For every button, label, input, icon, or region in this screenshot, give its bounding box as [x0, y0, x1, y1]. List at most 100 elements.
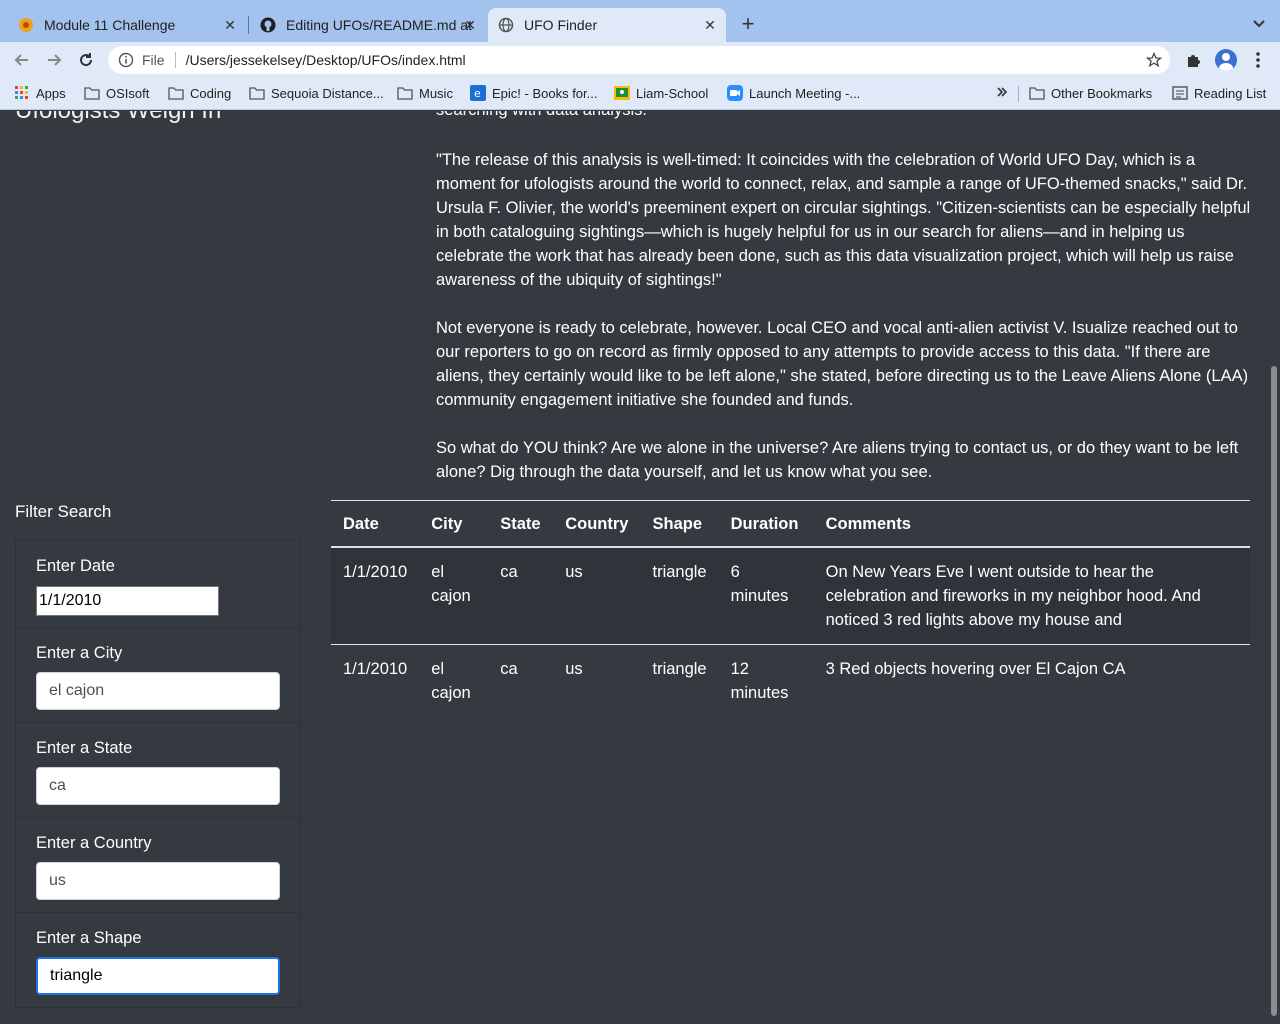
bookmark-music[interactable]: Music	[397, 85, 453, 101]
column-header-date: Date	[331, 500, 420, 548]
bookmark-label: Launch Meeting -...	[749, 85, 861, 101]
info-icon[interactable]	[118, 52, 134, 68]
close-icon[interactable]: ✕	[462, 17, 478, 33]
scheme-label: File	[142, 52, 165, 68]
divider	[174, 52, 176, 68]
table-row: 1/1/2010 el cajon ca us triangle 6 minut…	[331, 547, 1250, 645]
close-icon[interactable]: ✕	[222, 17, 238, 33]
tab-separator	[248, 16, 249, 34]
cell-country: us	[565, 660, 583, 678]
cell-comments: On New Years Eve I went outside to hear …	[813, 547, 1250, 645]
reload-button[interactable]	[74, 48, 98, 72]
filter-state: Enter a State	[16, 723, 300, 818]
ufo-table: Date City State Country Shape Duration C…	[331, 500, 1250, 717]
star-icon[interactable]	[1145, 51, 1163, 68]
tab-title: Editing UFOs/README.md at m	[286, 17, 476, 33]
bookmark-apps[interactable]: Apps	[14, 85, 66, 101]
reading-list-icon	[1172, 85, 1188, 101]
filter-label: Enter a State	[36, 739, 133, 757]
shape-input[interactable]	[36, 957, 280, 995]
article-body: searching with data analysis. "The relea…	[436, 111, 1256, 508]
chevron-down-icon[interactable]	[1250, 14, 1268, 32]
filter-label: Enter a Country	[36, 834, 152, 852]
column-header-state: State	[488, 500, 554, 548]
tab-ufo-finder[interactable]: UFO Finder ✕	[488, 8, 726, 42]
github-icon	[260, 17, 276, 33]
browser-toolbar: File /Users/jessekelsey/Desktop/UFOs/ind…	[0, 42, 1280, 78]
bookmark-reading-list[interactable]: Reading List	[1172, 85, 1266, 101]
article-paragraph: "The release of this analysis is well-ti…	[436, 151, 1251, 289]
canvas-icon	[18, 17, 34, 33]
date-input[interactable]	[36, 586, 219, 616]
tab-editing-readme[interactable]: Editing UFOs/README.md at m ✕	[250, 8, 486, 42]
cell-state: ca	[500, 660, 518, 678]
cell-state: ca	[488, 547, 554, 645]
forward-button[interactable]	[42, 48, 66, 72]
scrollbar-thumb[interactable]	[1271, 366, 1277, 1016]
folder-icon	[168, 85, 184, 101]
url-text[interactable]: /Users/jessekelsey/Desktop/UFOs/index.ht…	[186, 52, 466, 68]
bookmark-label: Music	[419, 85, 453, 101]
arrow-left-icon	[14, 54, 28, 66]
cell-date: 1/1/2010	[343, 660, 408, 678]
bookmark-label: OSIsoft	[106, 85, 150, 101]
filter-search-title: Filter Search	[15, 502, 112, 521]
bookmark-launch-meeting[interactable]: Launch Meeting -...	[727, 85, 860, 101]
filter-date: Enter Date	[16, 541, 300, 628]
bookmark-label: Coding	[190, 85, 232, 101]
bookmarks-bar: Apps OSIsoft Coding Sequoia Distance... …	[0, 78, 1280, 110]
svg-text:e: e	[474, 87, 481, 100]
divider	[1018, 86, 1019, 102]
cell-duration: 12 minutes	[730, 660, 789, 702]
bookmark-osisoft[interactable]: OSIsoft	[84, 85, 149, 101]
chevron-double-right-icon[interactable]	[996, 85, 1008, 99]
cell-comments: 3 Red objects hovering over El Cajon CA	[825, 660, 1126, 678]
bookmark-label: Apps	[36, 85, 66, 101]
page-scrollbar[interactable]	[1268, 111, 1280, 1024]
filter-panel: Enter Date Enter a City Enter a State En…	[15, 540, 301, 1008]
folder-icon	[84, 85, 100, 101]
bookmark-label: Liam-School	[636, 85, 709, 101]
reload-icon	[80, 53, 93, 67]
filter-shape: Enter a Shape	[16, 913, 300, 1008]
bookmark-other-bookmarks[interactable]: Other Bookmarks	[1029, 85, 1152, 101]
cell-duration: 6 minutes	[718, 547, 814, 645]
bookmark-epic[interactable]: e Epic! - Books for...	[470, 85, 598, 101]
city-input[interactable]	[36, 672, 280, 710]
section-heading: Ufologists Weigh In	[15, 111, 221, 125]
cell-shape: triangle	[652, 660, 707, 678]
cell-date: 1/1/2010	[331, 547, 420, 645]
ufo-table-container: Date City State Country Shape Duration C…	[331, 500, 1250, 717]
cell-country: us	[553, 547, 641, 645]
bookmark-label: Sequoia Distance...	[271, 85, 384, 101]
bookmark-liam-school[interactable]: Liam-School	[614, 85, 708, 101]
more-menu-icon[interactable]	[1252, 50, 1264, 70]
folder-icon	[249, 85, 265, 101]
back-button[interactable]	[10, 48, 34, 72]
epic-icon: e	[470, 85, 486, 101]
filter-label: Enter a Shape	[36, 929, 142, 947]
country-input[interactable]	[36, 862, 280, 900]
puzzle-icon[interactable]	[1184, 50, 1204, 70]
close-icon[interactable]: ✕	[702, 17, 718, 33]
folder-icon	[1029, 85, 1045, 101]
bookmark-sequoia[interactable]: Sequoia Distance...	[249, 85, 384, 101]
zoom-icon	[727, 85, 743, 101]
bookmark-coding[interactable]: Coding	[168, 85, 231, 101]
apps-grid-icon	[14, 85, 30, 101]
bookmark-label: Other Bookmarks	[1051, 85, 1153, 101]
address-bar[interactable]: File /Users/jessekelsey/Desktop/UFOs/ind…	[108, 46, 1170, 74]
state-input[interactable]	[36, 767, 280, 805]
table-row: 1/1/2010 el cajon ca us triangle 12 minu…	[331, 645, 1250, 718]
column-header-comments: Comments	[813, 500, 1250, 548]
cell-city: el cajon	[419, 547, 489, 645]
avatar[interactable]	[1215, 49, 1237, 71]
article-paragraph: Not everyone is ready to celebrate, howe…	[436, 319, 1249, 409]
column-header-country: Country	[553, 500, 641, 548]
column-header-duration: Duration	[718, 500, 814, 548]
filter-label: Enter a City	[36, 644, 123, 662]
bookmark-label: Reading List	[1194, 85, 1267, 101]
tab-module-11-challenge[interactable]: Module 11 Challenge ✕	[8, 8, 246, 42]
cell-city: el cajon	[431, 660, 471, 702]
new-tab-button[interactable]: +	[736, 12, 760, 36]
